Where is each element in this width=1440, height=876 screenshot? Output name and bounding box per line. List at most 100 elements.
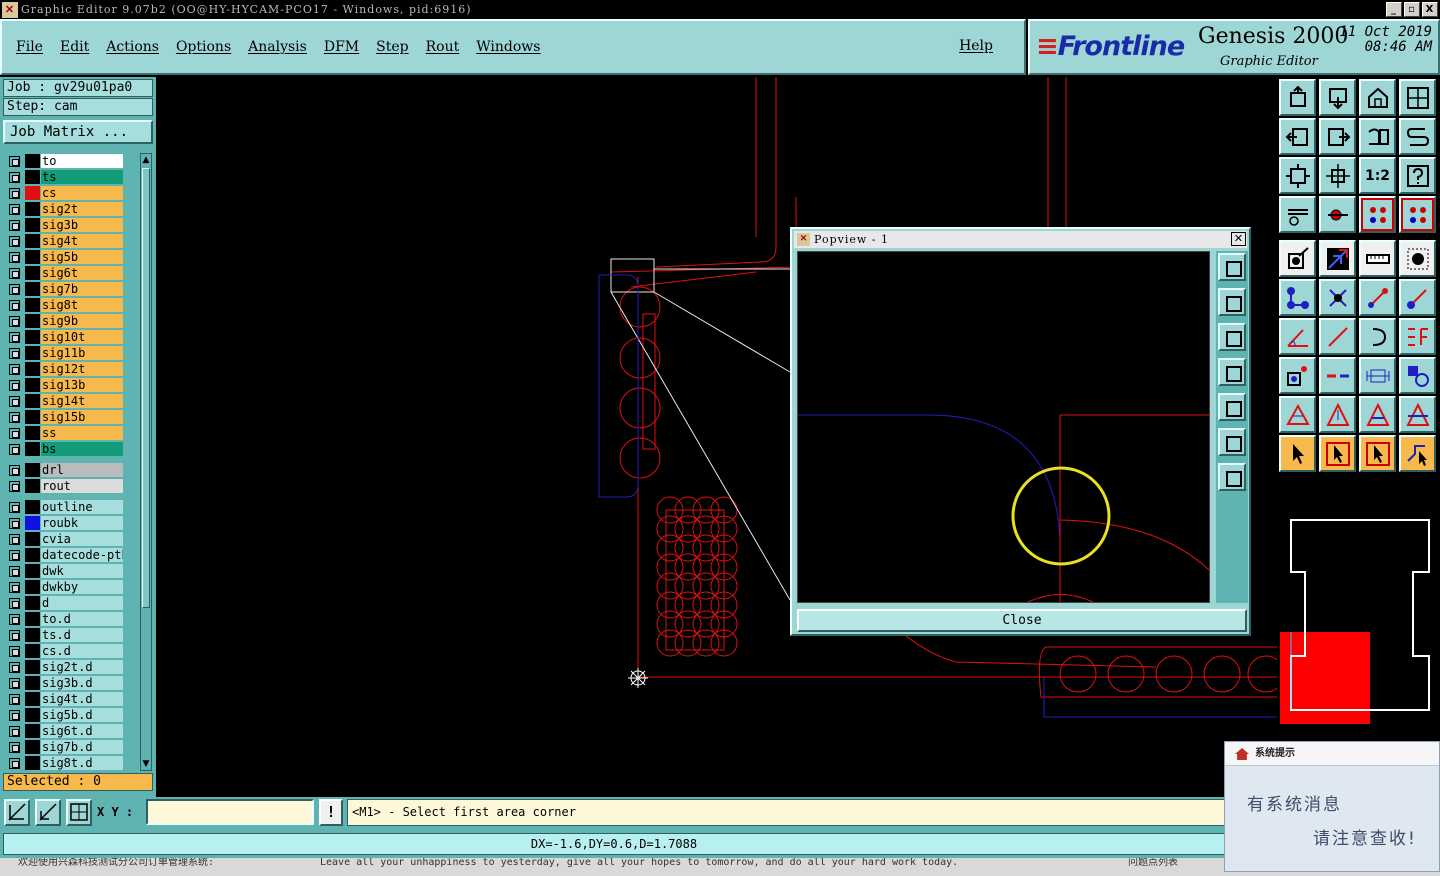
layer-row[interactable]: sig4t xyxy=(5,233,139,249)
layer-color-swatch[interactable] xyxy=(25,346,40,360)
layer-color-swatch[interactable] xyxy=(25,186,40,200)
layer-row[interactable]: sig2t xyxy=(5,201,139,217)
scroll-thumb[interactable] xyxy=(142,168,150,608)
layer-checkbox[interactable] xyxy=(9,646,20,657)
job-matrix-button[interactable]: Job Matrix ... xyxy=(3,120,153,144)
layer-row[interactable]: cs xyxy=(5,185,139,201)
layer-checkbox[interactable] xyxy=(9,172,20,183)
layer-checkbox[interactable] xyxy=(9,396,20,407)
system-notification[interactable]: 系统提示 有系统消息 请注意查收! xyxy=(1224,741,1440,872)
layer-row[interactable]: drl xyxy=(5,462,139,478)
layer-color-swatch[interactable] xyxy=(25,596,40,610)
layer-row[interactable]: bs xyxy=(5,441,139,457)
triangle-up-icon[interactable] xyxy=(1319,396,1356,433)
snap-icon[interactable] xyxy=(4,799,30,826)
layer-name[interactable]: dwkby xyxy=(41,580,123,594)
layer-checkbox[interactable] xyxy=(9,316,20,327)
layer-checkbox[interactable] xyxy=(9,678,20,689)
layer-name[interactable]: sig11b xyxy=(41,346,123,360)
layer-row[interactable]: dwk xyxy=(5,563,139,579)
menu-dfm[interactable]: DFM xyxy=(324,39,359,55)
layer-row[interactable]: outline xyxy=(5,499,139,515)
ruler-icon[interactable] xyxy=(1359,240,1396,277)
layer-name[interactable]: ss xyxy=(41,426,123,440)
zoom-1-2-button[interactable]: 1:2 xyxy=(1359,157,1396,194)
layer-checkbox[interactable] xyxy=(9,550,20,561)
layer-color-swatch[interactable] xyxy=(25,218,40,232)
layer-checkbox[interactable] xyxy=(9,156,20,167)
pointer-select-icon[interactable] xyxy=(1359,435,1396,472)
layer-name[interactable]: to.d xyxy=(41,612,123,626)
layer-color-swatch[interactable] xyxy=(25,564,40,578)
layer-checkbox[interactable] xyxy=(9,268,20,279)
layer-color-swatch[interactable] xyxy=(25,708,40,722)
layer-row[interactable]: sig5b.d xyxy=(5,707,139,723)
menu-analysis[interactable]: Analysis xyxy=(248,39,307,55)
menu-rout[interactable]: Rout xyxy=(426,39,460,55)
layer-name[interactable]: sig6t xyxy=(41,266,123,280)
pan-left-icon[interactable] xyxy=(1279,118,1316,155)
layer-color-swatch[interactable] xyxy=(25,362,40,376)
layer-name[interactable]: sig15b xyxy=(41,410,123,424)
layer-name[interactable]: sig12t xyxy=(41,362,123,376)
layer-color-swatch[interactable] xyxy=(25,410,40,424)
layer-row[interactable]: cvia xyxy=(5,531,139,547)
layer-checkbox[interactable] xyxy=(9,742,20,753)
net-compare-icon[interactable] xyxy=(1399,196,1436,233)
layer-checkbox[interactable] xyxy=(9,534,20,545)
layer-color-swatch[interactable] xyxy=(25,676,40,690)
layer-color-swatch[interactable] xyxy=(25,202,40,216)
layer-checkbox[interactable] xyxy=(9,444,20,455)
grid-icon[interactable] xyxy=(66,799,92,826)
popview-pan-down-icon[interactable] xyxy=(1218,323,1246,351)
layer-name[interactable]: sig6t.d xyxy=(41,724,123,738)
reshape-icon[interactable] xyxy=(1319,240,1356,277)
triangle-icon[interactable] xyxy=(1279,396,1316,433)
layer-row[interactable]: sig11b xyxy=(5,345,139,361)
triangle-cross-icon[interactable] xyxy=(1399,396,1436,433)
pointer-icon[interactable] xyxy=(1279,435,1316,472)
layer-row[interactable]: cs.d xyxy=(5,643,139,659)
execute-button[interactable]: ! xyxy=(319,799,343,826)
layer-checkbox[interactable] xyxy=(9,252,20,263)
zoom-down-icon[interactable] xyxy=(1319,79,1356,116)
layer-name[interactable]: roubk xyxy=(41,516,123,530)
layer-color-swatch[interactable] xyxy=(25,724,40,738)
layer-row[interactable]: d xyxy=(5,595,139,611)
layer-row[interactable]: sig6t.d xyxy=(5,723,139,739)
layer-name[interactable]: drl xyxy=(41,463,123,477)
layer-checkbox[interactable] xyxy=(9,465,20,476)
layer-color-swatch[interactable] xyxy=(25,628,40,642)
layer-checkbox[interactable] xyxy=(9,662,20,673)
zoom-home-icon[interactable] xyxy=(1279,79,1316,116)
layer-row[interactable]: dwkby xyxy=(5,579,139,595)
layer-color-swatch[interactable] xyxy=(25,426,40,440)
measure-icon[interactable] xyxy=(1319,196,1356,233)
layer-row[interactable]: sig7b xyxy=(5,281,139,297)
layer-color-swatch[interactable] xyxy=(25,282,40,296)
layer-row[interactable]: sig10t xyxy=(5,329,139,345)
layer-name[interactable]: outline xyxy=(41,500,123,514)
layer-name[interactable]: cs.d xyxy=(41,644,123,658)
popview-zoom-out-icon[interactable] xyxy=(1218,428,1246,456)
layer-color-swatch[interactable] xyxy=(25,378,40,392)
layer-name[interactable]: d xyxy=(41,596,123,610)
popview-canvas[interactable] xyxy=(797,251,1210,603)
layer-color-swatch[interactable] xyxy=(25,740,40,754)
popview-titlebar[interactable]: ✕ Popview - 1 xyxy=(794,231,1247,248)
triangle-bar-icon[interactable] xyxy=(1359,396,1396,433)
home-icon[interactable] xyxy=(1359,79,1396,116)
layer-row[interactable]: to xyxy=(5,153,139,169)
layer-row[interactable]: sig8t.d xyxy=(5,755,139,771)
pad-select-icon[interactable] xyxy=(1279,357,1316,394)
layer-row[interactable]: to.d xyxy=(5,611,139,627)
layer-row[interactable]: sig15b xyxy=(5,409,139,425)
layer-row[interactable]: ts.d xyxy=(5,627,139,643)
select-feature-icon[interactable] xyxy=(1279,240,1316,277)
layer-color-swatch[interactable] xyxy=(25,463,40,477)
layer-name[interactable]: sig10t xyxy=(41,330,123,344)
layer-name[interactable]: to xyxy=(41,154,123,168)
copy-pads-icon[interactable] xyxy=(1399,357,1436,394)
layer-row[interactable]: sig5b xyxy=(5,249,139,265)
undo-view-icon[interactable] xyxy=(1359,118,1396,155)
